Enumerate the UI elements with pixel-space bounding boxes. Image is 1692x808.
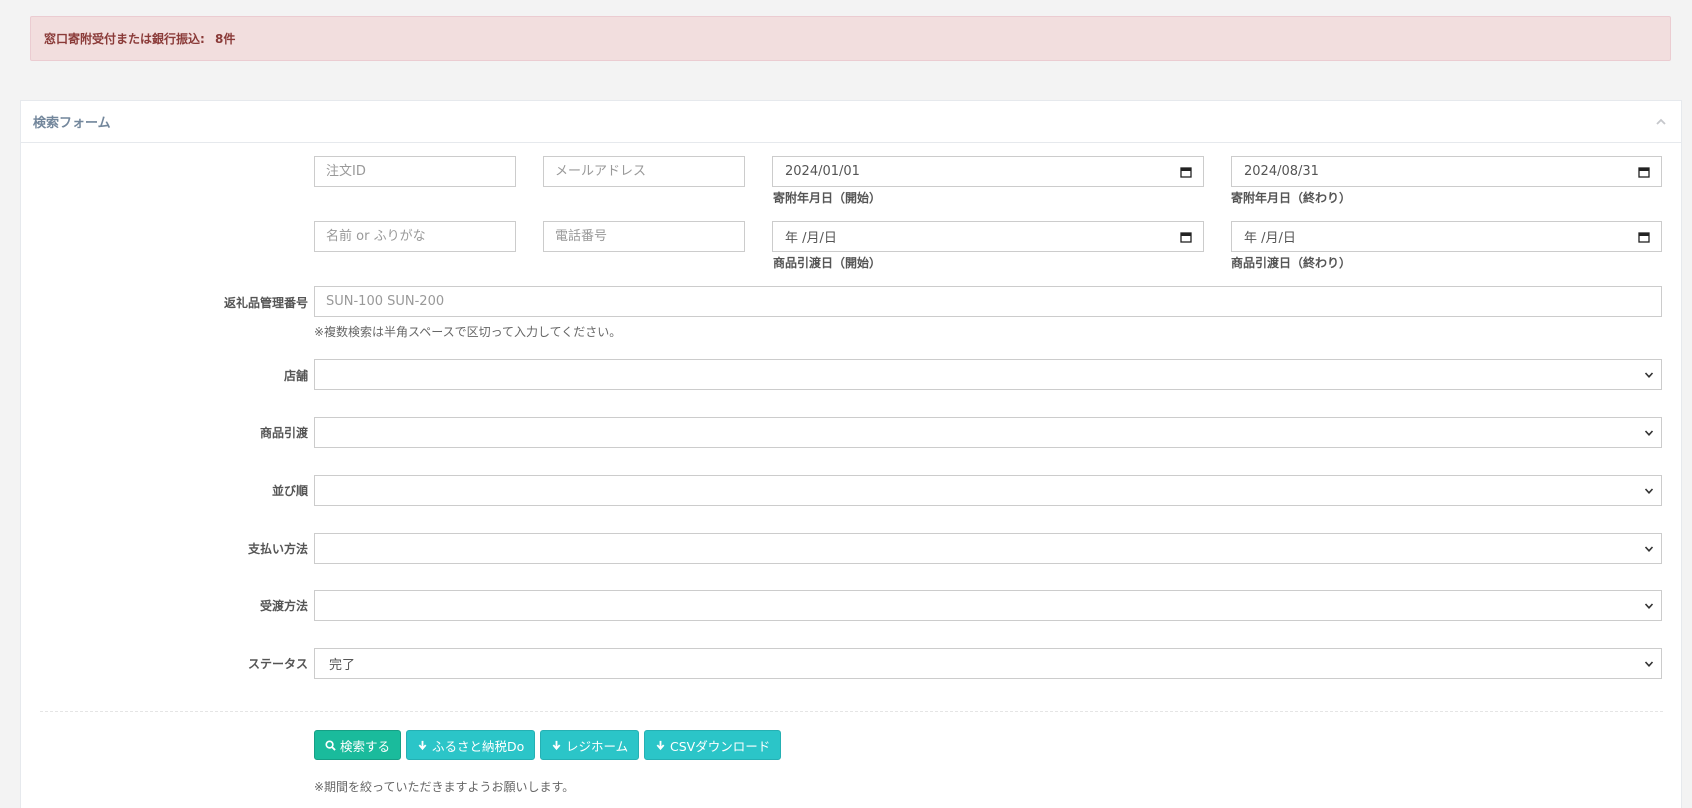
panel-title: 検索フォーム bbox=[33, 116, 111, 131]
gift-code-help: ※複数検索は半角スペースで区切って入力してください。 bbox=[314, 325, 622, 339]
register-download-button[interactable]: レジホーム bbox=[540, 730, 640, 760]
sort-label: 並び順 bbox=[271, 484, 308, 498]
arrow-down-icon bbox=[418, 740, 427, 750]
status-select[interactable]: 完了 bbox=[314, 648, 1662, 679]
calendar-icon[interactable] bbox=[1179, 230, 1193, 244]
handover-select[interactable] bbox=[314, 590, 1662, 621]
delivery-start-date[interactable]: 年 /月/日 bbox=[772, 221, 1204, 252]
store-select[interactable] bbox=[314, 359, 1662, 390]
status-label: ステータス bbox=[247, 657, 308, 671]
calendar-icon[interactable] bbox=[1179, 165, 1193, 179]
chevron-up-icon[interactable] bbox=[1653, 114, 1669, 130]
delivery-start-label: 商品引渡日（開始） bbox=[773, 256, 882, 270]
furusato-download-button[interactable]: ふるさと納税Do bbox=[406, 730, 536, 760]
calendar-icon[interactable] bbox=[1637, 165, 1651, 179]
status-select-value: 完了 bbox=[329, 658, 356, 673]
delivery-select[interactable] bbox=[314, 417, 1662, 448]
donation-end-value: 2024/08/31 bbox=[1244, 164, 1319, 179]
delivery-end-date[interactable]: 年 /月/日 bbox=[1231, 221, 1662, 252]
footer-note: ※期間を絞っていただきますようお願いします。 bbox=[314, 780, 575, 794]
count-alert: 窓口寄附受付または銀行振込: 8件 bbox=[30, 16, 1671, 61]
search-button-label: 検索する bbox=[340, 738, 391, 754]
divider bbox=[40, 711, 1663, 712]
donation-end-date[interactable]: 2024/08/31 bbox=[1231, 156, 1662, 187]
order-id-input[interactable] bbox=[314, 156, 516, 187]
delivery-end-value: 年 /月/日 bbox=[1244, 231, 1296, 246]
gift-code-input[interactable] bbox=[314, 286, 1662, 317]
chevron-down-icon bbox=[1643, 658, 1655, 670]
payment-select[interactable] bbox=[314, 533, 1662, 564]
phone-input[interactable] bbox=[543, 221, 745, 252]
chevron-down-icon bbox=[1643, 543, 1655, 555]
alert-label: 窓口寄附受付または銀行振込: bbox=[44, 32, 205, 46]
register-button-label: レジホーム bbox=[566, 738, 629, 754]
arrow-down-icon bbox=[656, 740, 665, 750]
chevron-down-icon bbox=[1643, 600, 1655, 612]
donation-start-value: 2024/01/01 bbox=[785, 164, 860, 179]
gift-code-label: 返礼品管理番号 bbox=[223, 296, 308, 310]
panel-header: 検索フォーム bbox=[21, 101, 1681, 143]
sort-select[interactable] bbox=[314, 475, 1662, 506]
alert-count: 8件 bbox=[215, 32, 236, 46]
chevron-down-icon bbox=[1643, 427, 1655, 439]
arrow-down-icon bbox=[552, 740, 561, 750]
chevron-down-icon bbox=[1643, 369, 1655, 381]
chevron-down-icon bbox=[1643, 485, 1655, 497]
email-input[interactable] bbox=[543, 156, 745, 187]
delivery-start-value: 年 /月/日 bbox=[785, 231, 837, 246]
search-button[interactable]: 検索する bbox=[314, 730, 402, 760]
payment-label: 支払い方法 bbox=[247, 542, 308, 556]
donation-start-date[interactable]: 2024/01/01 bbox=[772, 156, 1204, 187]
name-input[interactable] bbox=[314, 221, 516, 252]
csv-download-button[interactable]: CSVダウンロード bbox=[644, 730, 782, 760]
donation-end-label: 寄附年月日（終わり） bbox=[1231, 191, 1352, 205]
store-label: 店舗 bbox=[283, 369, 308, 383]
search-panel: 検索フォーム 2024/01/01 2024/08/31 寄附年月日（開始） 寄… bbox=[20, 100, 1682, 808]
furusato-button-label: ふるさと納税Do bbox=[432, 738, 525, 754]
donation-start-label: 寄附年月日（開始） bbox=[773, 191, 882, 205]
delivery-end-label: 商品引渡日（終わり） bbox=[1231, 256, 1352, 270]
csv-button-label: CSVダウンロード bbox=[670, 738, 771, 754]
delivery-label: 商品引渡 bbox=[259, 426, 308, 440]
calendar-icon[interactable] bbox=[1637, 230, 1651, 244]
search-icon bbox=[325, 739, 336, 751]
handover-label: 受渡方法 bbox=[259, 599, 308, 613]
